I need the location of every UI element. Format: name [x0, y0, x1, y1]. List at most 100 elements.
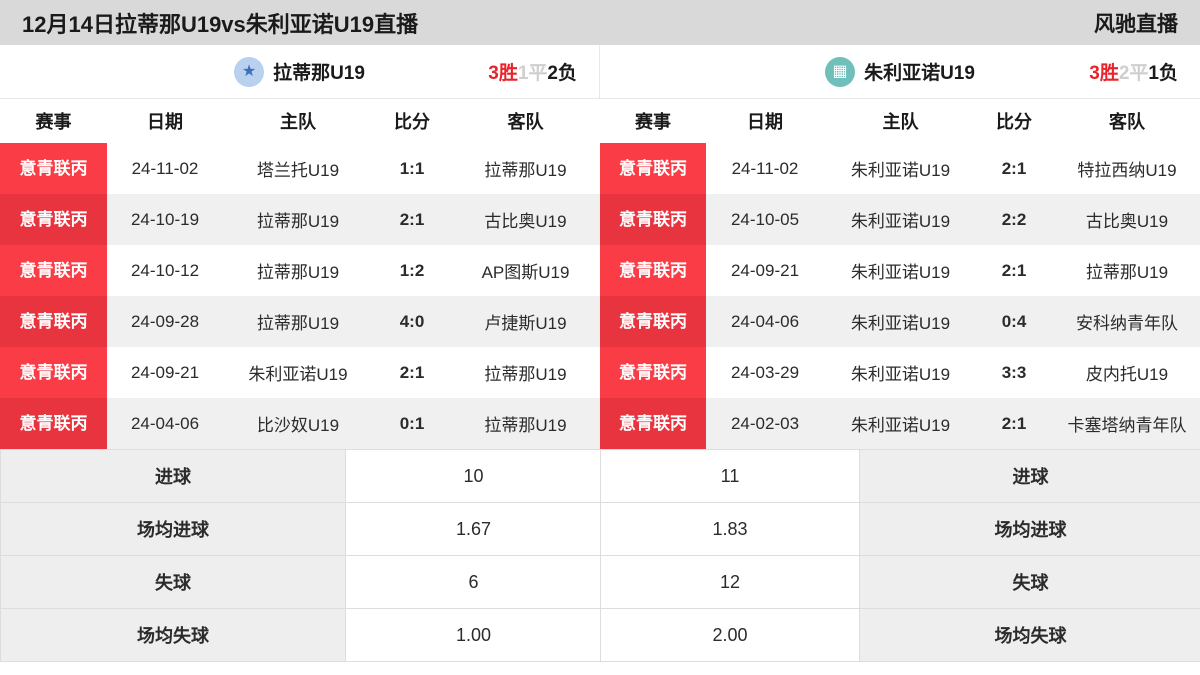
stats-row: 场均进球 1.67: [0, 502, 602, 556]
cell-home-team: 比沙奴U19: [223, 398, 373, 449]
cell-date: 24-09-21: [107, 347, 223, 398]
crest-glyph: ★: [241, 62, 257, 80]
cell-away-team: 卡塞塔纳青年队: [1051, 398, 1200, 449]
top-bar: 12月14日拉蒂那U19vs朱利亚诺U19直播 风驰直播: [0, 0, 1200, 45]
stats-value: 2.00: [600, 608, 860, 662]
cell-away-team: 拉蒂那U19: [451, 347, 600, 398]
table-row[interactable]: 意青联丙 24-02-03 朱利亚诺U19 2:1 卡塞塔纳青年队: [600, 398, 1200, 449]
home-recent-matches: 赛事 日期 主队 比分 客队 意青联丙 24-11-02 塔兰托U19 1:1 拉蒂那U…: [0, 99, 600, 449]
table-row[interactable]: 意青联丙 24-09-28 拉蒂那U19 4:0 卢捷斯U19: [0, 296, 600, 347]
table-row[interactable]: 意青联丙 24-11-02 塔兰托U19 1:1 拉蒂那U19: [0, 143, 600, 194]
cell-home-team: 朱利亚诺U19: [824, 398, 977, 449]
cell-score: 4:0: [373, 296, 451, 347]
home-team-record: 3胜1平2负: [488, 58, 577, 85]
cell-date: 24-09-21: [706, 245, 824, 296]
league-badge: 意青联丙: [0, 194, 107, 245]
away-team-header[interactable]: ▦ 朱利亚诺U19 3胜2平1负: [600, 45, 1200, 98]
home-record-loss: 2负: [547, 63, 577, 84]
cell-score: 2:1: [977, 398, 1051, 449]
stats-label: 场均失球: [0, 608, 346, 662]
col-header-league: 赛事: [600, 99, 706, 143]
table-row[interactable]: 意青联丙 24-10-12 拉蒂那U19 1:2 AP图斯U19: [0, 245, 600, 296]
cell-date: 24-11-02: [706, 143, 824, 194]
table-row[interactable]: 意青联丙 24-04-06 朱利亚诺U19 0:4 安科纳青年队: [600, 296, 1200, 347]
stats-label: 进球: [859, 449, 1200, 503]
league-badge: 意青联丙: [600, 296, 706, 347]
col-header-away: 客队: [451, 99, 600, 143]
cell-league: 意青联丙: [0, 194, 107, 245]
home-team-name: 拉蒂那U19: [273, 63, 365, 84]
cell-home-team: 朱利亚诺U19: [824, 194, 977, 245]
cell-date: 24-10-19: [107, 194, 223, 245]
cell-away-team: AP图斯U19: [451, 245, 600, 296]
table-header-row: 赛事 日期 主队 比分 客队: [0, 99, 600, 143]
goal-glyph: ▦: [832, 62, 848, 80]
table-row[interactable]: 意青联丙 24-03-29 朱利亚诺U19 3:3 皮内托U19: [600, 347, 1200, 398]
table-row[interactable]: 意青联丙 24-09-21 朱利亚诺U19 2:1 拉蒂那U19: [0, 347, 600, 398]
table-row[interactable]: 意青联丙 24-10-05 朱利亚诺U19 2:2 古比奥U19: [600, 194, 1200, 245]
cell-away-team: 皮内托U19: [1051, 347, 1200, 398]
cell-score: 2:1: [977, 143, 1051, 194]
home-stats-table: 进球 10 场均进球 1.67 失球 6 场均失球 1.00: [0, 449, 602, 662]
cell-away-team: 古比奥U19: [451, 194, 600, 245]
cell-home-team: 拉蒂那U19: [223, 296, 373, 347]
stats-label: 失球: [859, 555, 1200, 609]
cell-away-team: 拉蒂那U19: [1051, 245, 1200, 296]
cell-away-team: 古比奥U19: [1051, 194, 1200, 245]
cell-away-team: 拉蒂那U19: [451, 143, 600, 194]
stats-value: 1.83: [600, 502, 860, 556]
league-badge: 意青联丙: [0, 143, 107, 194]
league-badge: 意青联丙: [0, 398, 107, 449]
cell-score: 3:3: [977, 347, 1051, 398]
table-row[interactable]: 意青联丙 24-04-06 比沙奴U19 0:1 拉蒂那U19: [0, 398, 600, 449]
league-badge: 意青联丙: [600, 194, 706, 245]
stats-value: 11: [600, 449, 860, 503]
away-record-draw: 2平: [1118, 63, 1149, 84]
cell-league: 意青联丙: [0, 398, 107, 449]
cell-score: 0:4: [977, 296, 1051, 347]
home-team-crest-icon: ★: [234, 56, 265, 87]
col-header-date: 日期: [706, 99, 824, 143]
league-badge: 意青联丙: [0, 296, 107, 347]
stats-value: 1.67: [345, 502, 602, 556]
league-badge: 意青联丙: [600, 398, 706, 449]
cell-score: 2:1: [373, 194, 451, 245]
table-row[interactable]: 意青联丙 24-11-02 朱利亚诺U19 2:1 特拉西纳U19: [600, 143, 1200, 194]
away-stats-table: 11 进球 1.83 场均进球 12 失球 2.00 场均失球: [600, 449, 1200, 662]
match-preview-page: 12月14日拉蒂那U19vs朱利亚诺U19直播 风驰直播 ★ 拉蒂那U19 3胜…: [0, 0, 1200, 675]
stats-row: 失球 6: [0, 555, 602, 609]
away-team-record: 3胜2平1负: [1089, 58, 1178, 85]
site-brand: 风驰直播: [1094, 12, 1178, 36]
away-team-name: 朱利亚诺U19: [864, 63, 975, 84]
stats-label: 进球: [0, 449, 346, 503]
league-badge: 意青联丙: [600, 347, 706, 398]
cell-score: 1:2: [373, 245, 451, 296]
cell-score: 0:1: [373, 398, 451, 449]
home-record-draw: 1平: [517, 63, 548, 84]
home-stats: 进球 10 场均进球 1.67 失球 6 场均失球 1.00: [0, 449, 602, 662]
cell-date: 24-04-06: [107, 398, 223, 449]
home-team-header[interactable]: ★ 拉蒂那U19 3胜1平2负: [0, 45, 600, 98]
cell-score: 2:1: [373, 347, 451, 398]
league-badge: 意青联丙: [600, 143, 706, 194]
cell-away-team: 安科纳青年队: [1051, 296, 1200, 347]
col-header-away: 客队: [1051, 99, 1200, 143]
away-record-win: 3胜: [1089, 63, 1119, 84]
col-header-home: 主队: [824, 99, 977, 143]
stats-label: 失球: [0, 555, 346, 609]
cell-league: 意青联丙: [600, 143, 706, 194]
stats-row: 11 进球: [600, 449, 1200, 503]
cell-league: 意青联丙: [600, 245, 706, 296]
table-row[interactable]: 意青联丙 24-09-21 朱利亚诺U19 2:1 拉蒂那U19: [600, 245, 1200, 296]
league-badge: 意青联丙: [600, 245, 706, 296]
stats-section: 进球 10 场均进球 1.67 失球 6 场均失球 1.00 11 进球 1.83 场均进球 12 失球…: [0, 449, 1200, 662]
table-row[interactable]: 意青联丙 24-10-19 拉蒂那U19 2:1 古比奥U19: [0, 194, 600, 245]
cell-league: 意青联丙: [600, 398, 706, 449]
stats-value: 12: [600, 555, 860, 609]
cell-league: 意青联丙: [0, 245, 107, 296]
away-matches-table: 赛事 日期 主队 比分 客队 意青联丙 24-11-02 朱利亚诺U19 2:1 特拉西…: [600, 99, 1200, 449]
cell-away-team: 卢捷斯U19: [451, 296, 600, 347]
stats-value: 6: [345, 555, 602, 609]
league-badge: 意青联丙: [0, 347, 107, 398]
stats-label: 场均进球: [859, 502, 1200, 556]
